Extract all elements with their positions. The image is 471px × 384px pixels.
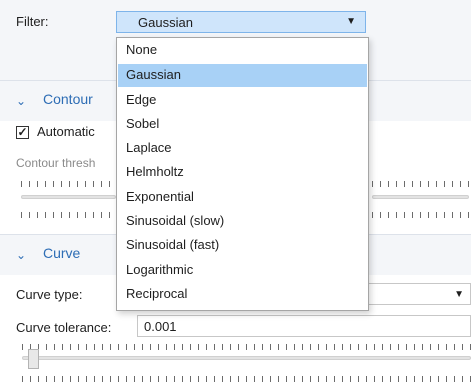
- chevron-down-icon[interactable]: ▼: [454, 289, 464, 300]
- filter-dropdown-list: None Gaussian Edge Sobel Laplace Helmhol…: [116, 37, 369, 311]
- dropdown-option[interactable]: Laplace: [118, 137, 367, 160]
- dropdown-option[interactable]: Reciprocal: [118, 283, 367, 306]
- checkmark-icon: ✓: [17, 125, 28, 139]
- threshold-ticks-bottom-right: [372, 212, 469, 218]
- filter-combobox[interactable]: Gaussian ▼: [116, 11, 366, 33]
- filter-label: Filter:: [16, 14, 49, 29]
- tolerance-ticks-top: [22, 344, 471, 350]
- dropdown-option[interactable]: Logarithmic: [118, 259, 367, 282]
- dropdown-option[interactable]: Edge: [118, 89, 367, 112]
- tolerance-ticks-bottom: [22, 376, 471, 382]
- contour-threshold-label: Contour thresh: [16, 156, 96, 170]
- dropdown-option[interactable]: Helmholtz: [118, 161, 367, 184]
- contour-section-title: Contour: [43, 91, 93, 107]
- dropdown-option[interactable]: Sobel: [118, 113, 367, 136]
- dropdown-option-selected[interactable]: Gaussian: [118, 64, 367, 87]
- curve-tolerance-field[interactable]: 0.001: [137, 315, 471, 337]
- tolerance-slider-track[interactable]: [22, 356, 471, 360]
- curve-tolerance-label: Curve tolerance:: [16, 320, 112, 335]
- tolerance-slider-thumb[interactable]: [28, 349, 39, 369]
- threshold-ticks-top-right: [372, 181, 469, 187]
- chevron-down-icon[interactable]: ⌄: [16, 94, 26, 108]
- dropdown-option[interactable]: Sinusoidal (fast): [118, 234, 367, 257]
- curve-type-select[interactable]: ▼: [369, 283, 471, 305]
- dropdown-option[interactable]: Exponential: [118, 186, 367, 209]
- dropdown-option[interactable]: None: [118, 39, 367, 62]
- automatic-checkbox[interactable]: ✓: [16, 126, 29, 139]
- threshold-slider-track-right: [372, 195, 469, 199]
- curve-tolerance-value: 0.001: [144, 319, 177, 334]
- threshold-ticks-bottom-left: [21, 212, 116, 218]
- threshold-ticks-top-left: [21, 181, 116, 187]
- dropdown-option[interactable]: Sinusoidal (slow): [118, 210, 367, 233]
- curve-section-title: Curve: [43, 245, 81, 261]
- filter-selected-value: Gaussian: [138, 15, 193, 30]
- chevron-down-icon[interactable]: ⌄: [16, 248, 26, 262]
- chevron-down-icon[interactable]: ▼: [346, 16, 356, 27]
- threshold-slider-track-left: [21, 195, 116, 199]
- curve-type-label: Curve type:: [16, 287, 83, 302]
- automatic-label: Automatic: [37, 124, 95, 139]
